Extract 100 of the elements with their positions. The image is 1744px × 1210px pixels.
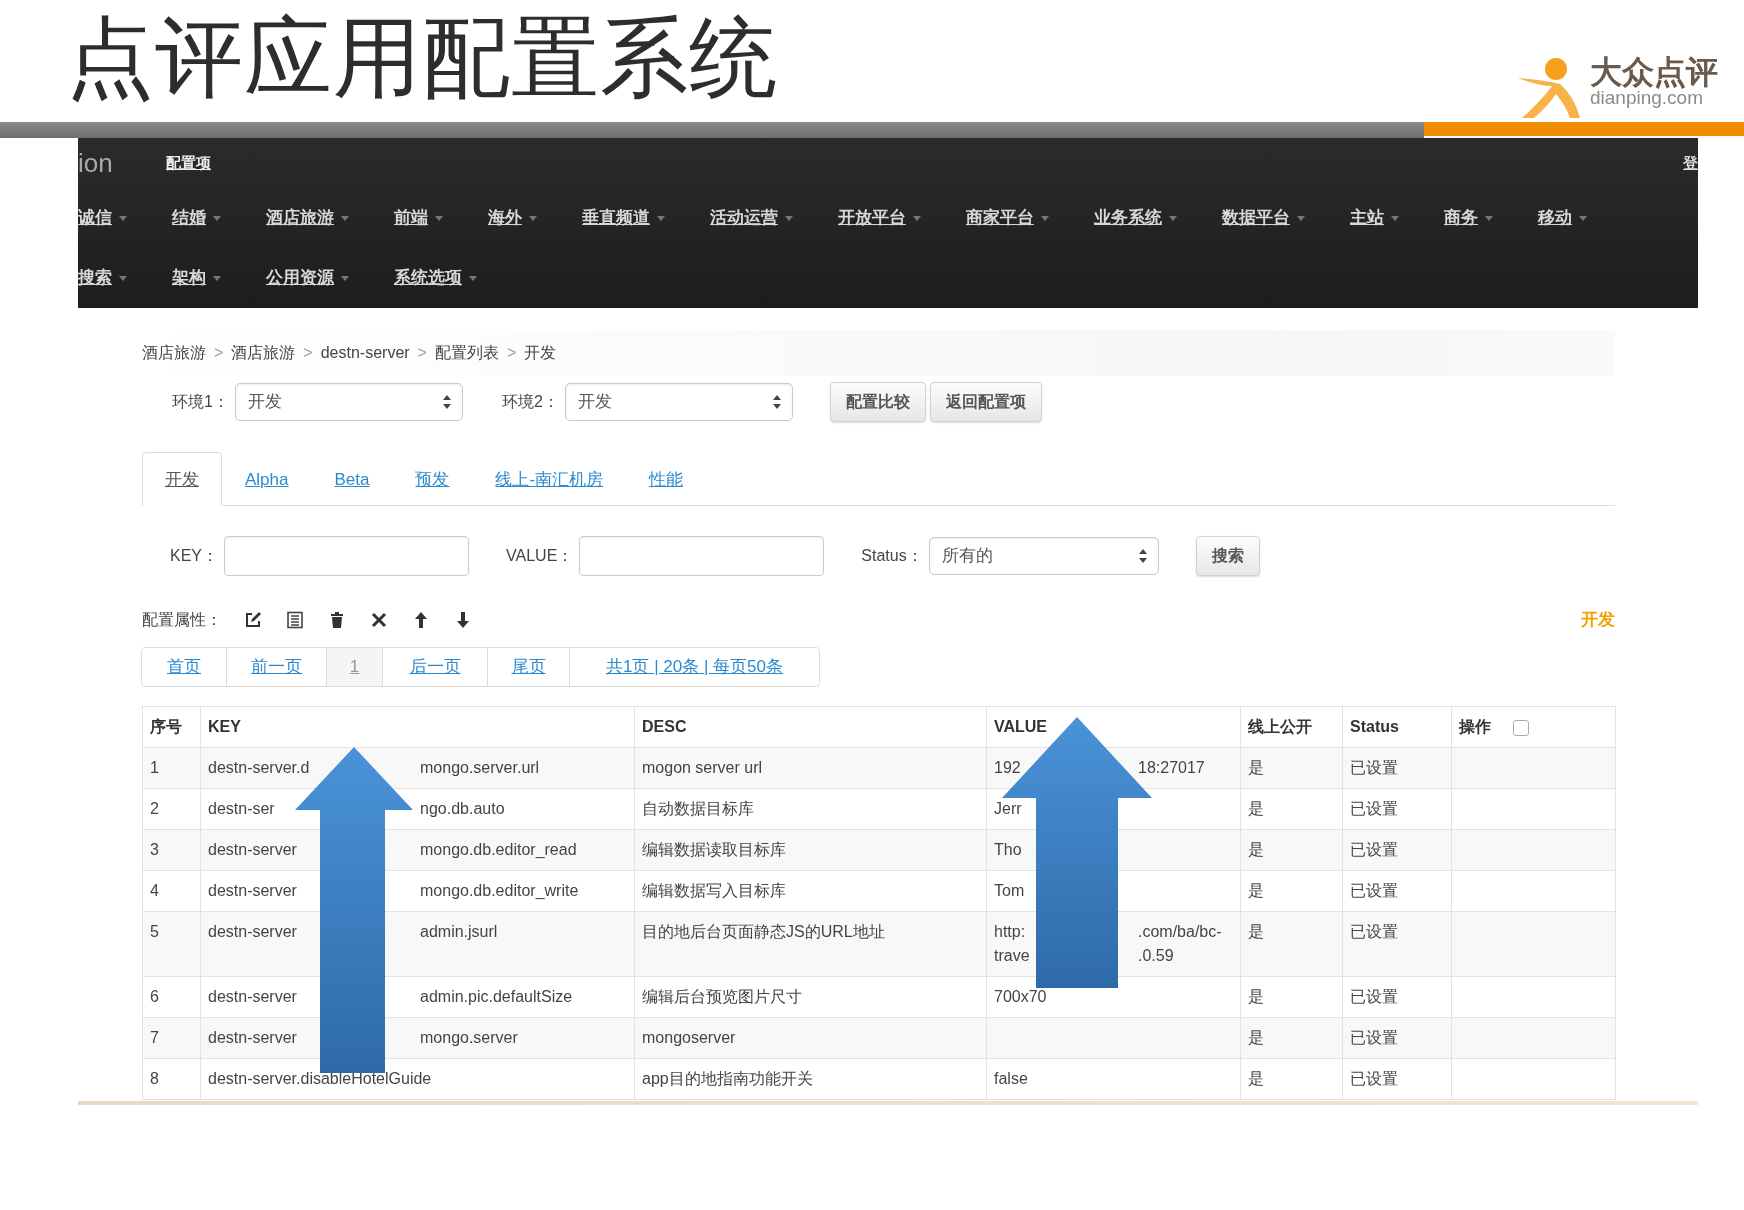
caret-icon xyxy=(119,216,127,222)
menu-item[interactable]: 垂直频道 xyxy=(582,205,665,231)
menu-item[interactable]: 商家平台 xyxy=(966,205,1049,231)
breadcrumb-link[interactable]: 酒店旅游 xyxy=(231,341,296,365)
table-cell: 编辑数据写入目标库 xyxy=(634,870,987,912)
table-cell: 是 xyxy=(1240,870,1343,912)
select-field[interactable]: 所有的 xyxy=(928,537,1159,575)
cell-text: ngo.db.auto xyxy=(420,799,506,819)
list-icon[interactable] xyxy=(286,611,304,629)
cell-text: Tom xyxy=(994,882,1025,899)
menu-item[interactable]: 前端 xyxy=(394,205,443,231)
action-button[interactable]: 配置比较 xyxy=(829,382,926,422)
menu-item[interactable]: 结婚 xyxy=(172,205,221,231)
table-cell: 是 xyxy=(1240,976,1343,1018)
breadcrumb-link[interactable]: 配置列表 xyxy=(434,341,499,365)
tab[interactable]: 线上-南汇机房 xyxy=(472,452,627,506)
table-cell: 3 xyxy=(142,829,201,871)
action-button[interactable]: 返回配置项 xyxy=(929,382,1042,422)
page-link[interactable]: 前一页 xyxy=(226,647,327,687)
page-link[interactable]: 共1页 | 20条 | 每页50条 xyxy=(569,647,820,687)
down-arrow-icon[interactable] xyxy=(454,611,472,629)
menu-item[interactable]: 主站 xyxy=(1350,205,1399,231)
cell-text: destn-ser xyxy=(208,799,276,819)
tab[interactable]: Beta xyxy=(311,452,393,506)
updown-icon xyxy=(1137,548,1148,564)
select-field[interactable]: 开发 xyxy=(564,383,793,421)
cell-text: 700x70 xyxy=(994,988,1047,1005)
table-cell: 已设置 xyxy=(1342,976,1452,1018)
table-cell: app目的地指南功能开关 xyxy=(634,1058,987,1100)
column-header: 线上公开 xyxy=(1240,706,1343,748)
login-link[interactable]: 登 xyxy=(1683,151,1698,175)
column-header: 操作 xyxy=(1459,718,1491,735)
caret-icon xyxy=(1485,216,1493,222)
caret-icon xyxy=(1297,216,1305,222)
table-cell: 是 xyxy=(1240,747,1343,789)
menu-item[interactable]: 诚信 xyxy=(78,205,127,231)
menu-item[interactable]: 开放平台 xyxy=(838,205,921,231)
caret-icon xyxy=(913,216,921,222)
menu-item[interactable]: 海外 xyxy=(488,205,537,231)
cell-text: destn-server xyxy=(208,840,298,860)
tab[interactable]: 性能 xyxy=(626,452,707,506)
cell-text: trave xyxy=(994,946,1031,966)
page-link[interactable]: 尾页 xyxy=(487,647,570,687)
table-cell: 8 xyxy=(142,1058,201,1100)
table-cell: 编辑后台预览图片尺寸 xyxy=(634,976,987,1018)
caret-icon xyxy=(1391,216,1399,222)
caret-icon xyxy=(341,216,349,222)
caret-icon xyxy=(341,276,349,282)
field-label: 环境1： xyxy=(172,392,229,412)
tab[interactable]: 预发 xyxy=(392,452,473,506)
cell-text: mongo.server xyxy=(420,1028,519,1048)
input-field[interactable] xyxy=(579,536,825,576)
menu-item[interactable]: 系统选项 xyxy=(394,265,477,291)
table-cell: 已设置 xyxy=(1342,788,1452,830)
cell-text: admin.pic.defaultSize xyxy=(420,987,574,1007)
search-button[interactable]: 搜索 xyxy=(1195,536,1260,576)
input-field[interactable] xyxy=(224,536,469,576)
checkbox[interactable] xyxy=(1513,719,1529,736)
breadcrumb-link[interactable]: 开发 xyxy=(524,341,557,365)
trash-icon[interactable] xyxy=(328,611,346,629)
field-label: Status： xyxy=(861,546,923,566)
cell-text: destn-server xyxy=(208,987,298,1007)
page-link[interactable]: 后一页 xyxy=(382,647,488,687)
menu-item[interactable]: 搜索 xyxy=(78,265,127,291)
menu-item[interactable]: 移动 xyxy=(1538,205,1587,231)
nav-link[interactable]: 配置项 xyxy=(166,151,211,175)
table-cell: 已设置 xyxy=(1342,870,1452,912)
environment-label: 开发 xyxy=(1581,609,1615,632)
menu-item[interactable]: 数据平台 xyxy=(1222,205,1305,231)
cell-text: 18:27017 xyxy=(1138,758,1206,778)
brand-text: ion xyxy=(78,146,114,180)
close-icon[interactable] xyxy=(370,611,388,629)
menu-item[interactable]: 酒店旅游 xyxy=(266,205,349,231)
breadcrumb-link[interactable]: destn-server xyxy=(320,341,410,365)
menu-item[interactable]: 公用资源 xyxy=(266,265,349,291)
menu-item[interactable]: 业务系统 xyxy=(1094,205,1177,231)
cell-text: destn-server xyxy=(208,922,298,942)
menu-item[interactable]: 活动运营 xyxy=(710,205,793,231)
caret-icon xyxy=(213,216,221,222)
menu-item[interactable]: 商务 xyxy=(1444,205,1493,231)
cell-text: false xyxy=(994,1070,1028,1087)
breadcrumb-separator: > xyxy=(417,343,427,363)
caret-icon xyxy=(213,276,221,282)
tab[interactable]: Alpha xyxy=(222,452,312,506)
caret-icon xyxy=(785,216,793,222)
menu-item[interactable]: 架构 xyxy=(172,265,221,291)
cell-text: Jerr xyxy=(994,800,1022,817)
table-cell: 目的地后台页面静态JS的URL地址 xyxy=(634,911,987,977)
table-cell: 已设置 xyxy=(1342,911,1452,977)
column-header: DESC xyxy=(634,706,987,748)
breadcrumb-link[interactable]: 酒店旅游 xyxy=(142,341,206,365)
logo-domain: dianping.com xyxy=(1590,88,1704,109)
edit-icon[interactable] xyxy=(244,611,262,629)
tab[interactable]: 开发 xyxy=(142,452,222,506)
table-cell: 编辑数据读取目标库 xyxy=(634,829,987,871)
cell-text: destn-server.disableHotelGuide xyxy=(208,1070,432,1087)
page-link[interactable]: 首页 xyxy=(141,647,227,687)
cell-text: .0.59 xyxy=(1138,946,1175,966)
up-arrow-icon[interactable] xyxy=(412,611,430,629)
select-field[interactable]: 开发 xyxy=(234,383,463,421)
